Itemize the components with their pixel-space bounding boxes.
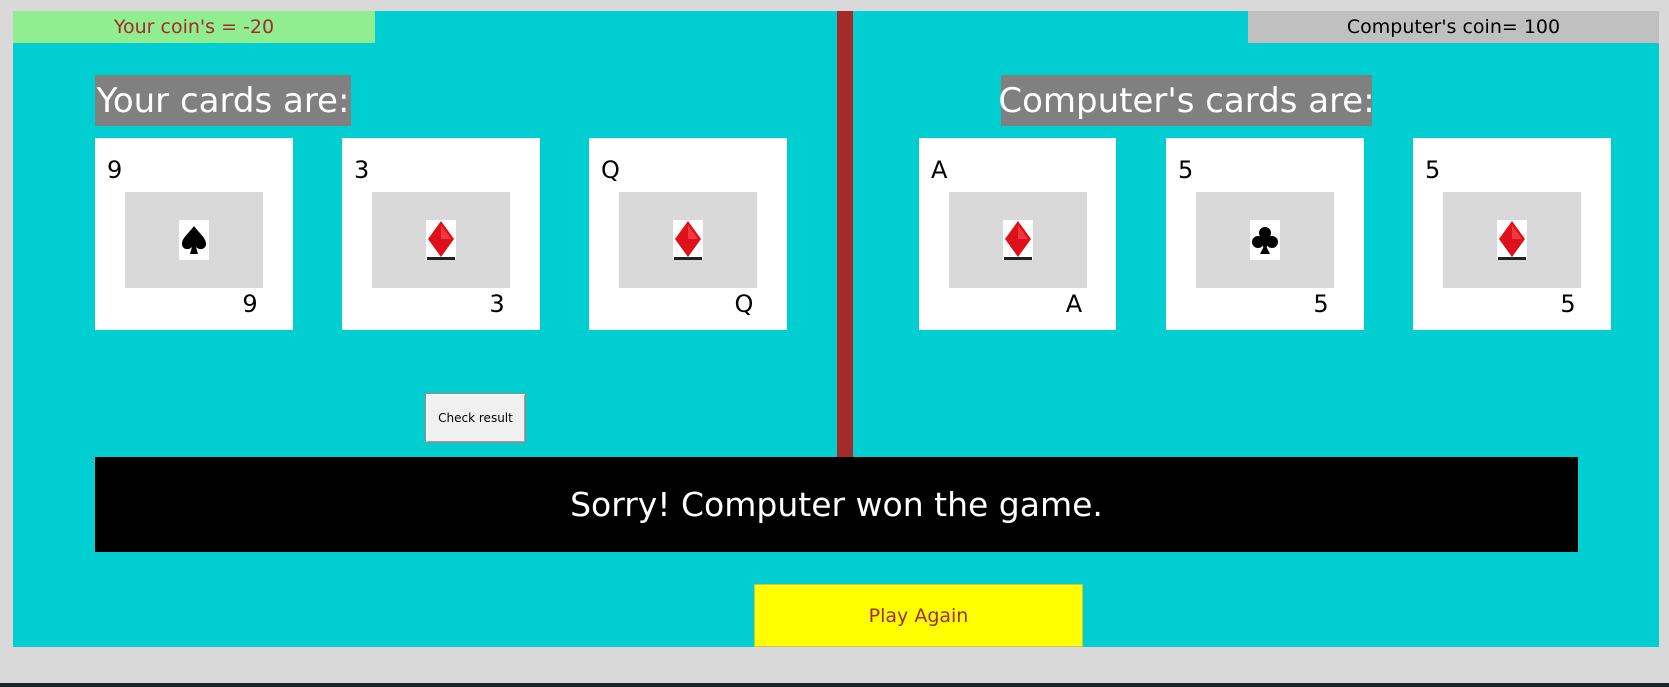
computer-card-1: A A (919, 138, 1116, 330)
card-face (1196, 192, 1334, 288)
center-divider (837, 11, 853, 457)
club-icon (1250, 220, 1280, 260)
check-result-button[interactable]: Check result (425, 393, 526, 443)
diamond-icon (426, 220, 456, 260)
card-face (949, 192, 1087, 288)
play-again-button[interactable]: Play Again (754, 584, 1083, 647)
card-rank-top: 9 (107, 156, 123, 184)
card-face (1443, 192, 1581, 288)
diamond-icon (1497, 220, 1527, 260)
user-card-1: 9 9 (95, 138, 293, 330)
window-bottom-edge (0, 683, 1669, 687)
card-rank-top: 5 (1425, 156, 1441, 184)
result-message: Sorry! Computer won the game. (95, 457, 1578, 552)
diamond-icon (1003, 220, 1033, 260)
computer-coin-label: Computer's coin= 100 (1248, 11, 1659, 43)
card-rank-bottom: 5 (1313, 290, 1329, 318)
card-rank-top: Q (601, 156, 620, 184)
diamond-icon (673, 220, 703, 260)
card-rank-bottom: Q (734, 290, 754, 318)
card-rank-bottom: 3 (489, 290, 505, 318)
card-rank-top: 3 (354, 156, 370, 184)
computer-card-3: 5 5 (1413, 138, 1611, 330)
user-card-3: Q Q (589, 138, 787, 330)
user-cards-heading: Your cards are: (95, 75, 351, 126)
user-coin-label: Your coin's = -20 (13, 11, 375, 43)
card-rank-bottom: 5 (1560, 290, 1576, 318)
computer-card-2: 5 5 (1166, 138, 1364, 330)
card-rank-top: A (931, 156, 948, 184)
computer-cards-heading: Computer's cards are: (998, 75, 1375, 126)
spade-icon (179, 220, 209, 260)
card-rank-top: 5 (1178, 156, 1194, 184)
card-face (619, 192, 757, 288)
card-rank-bottom: A (1065, 290, 1083, 318)
user-card-2: 3 3 (342, 138, 540, 330)
card-face (125, 192, 263, 288)
card-rank-bottom: 9 (242, 290, 258, 318)
card-face (372, 192, 510, 288)
